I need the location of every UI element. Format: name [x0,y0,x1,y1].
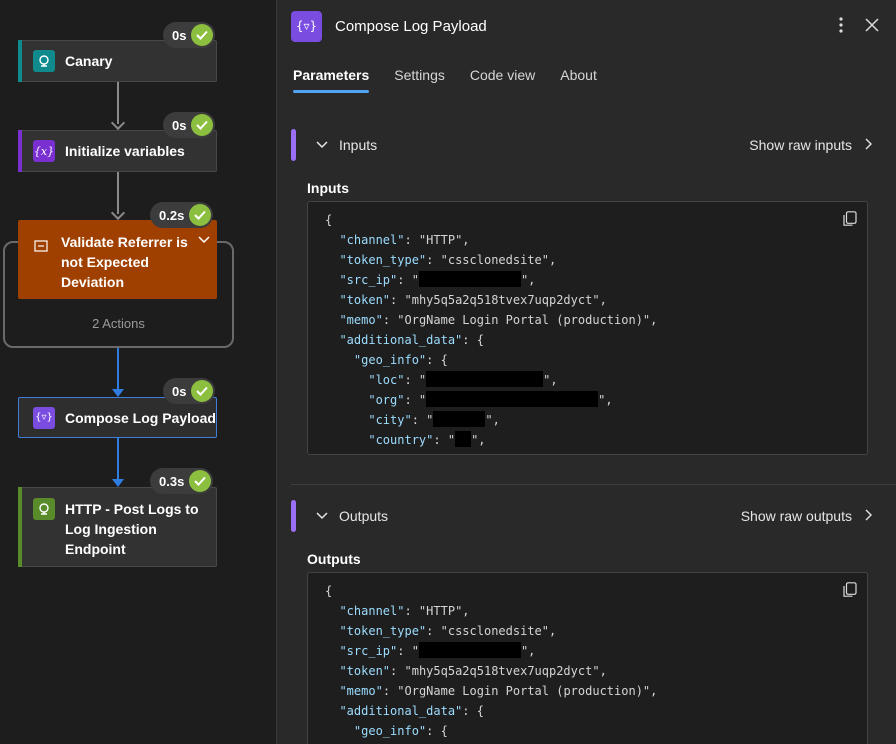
json-token: mhy5q5a2q518tvex7uqp2dyct [411,664,593,678]
node-accent [18,487,22,567]
compose-icon: {▿} [33,406,55,429]
duration-badge: 0.3s [150,468,214,494]
json-token-type: cssclonedsite [447,253,542,267]
section-title: Inputs [339,137,378,153]
redacted-value [418,271,521,287]
node-title: Initialize variables [65,143,185,159]
duration-badge: 0s [163,22,216,48]
success-check-icon [189,204,212,226]
duration-badge: 0s [163,378,216,404]
section-divider [291,484,896,485]
node-accent [18,130,22,172]
arrow [110,115,126,131]
inputs-json: { "channel": "HTTP", "token_type": "cssc… [325,213,658,447]
redacted-value [426,391,599,407]
json-memo: OrgName Login Portal (production) [404,684,643,698]
scope-icon [30,235,52,257]
duration-text: 0s [172,117,187,133]
connector [117,438,119,480]
flow-node-http-post-logs[interactable]: HTTP - Post Logs to Log Ingestion Endpoi… [18,487,217,567]
inputs-label: Inputs [307,180,349,196]
duration-text: 0s [172,383,187,399]
outputs-label: Outputs [307,551,361,567]
node-title: Compose Log Payload [65,409,216,426]
arrow [112,479,124,487]
chevron-right-icon [864,508,872,524]
outputs-json: { "channel": "HTTP", "token_type": "cssc… [325,584,658,738]
tab-about[interactable]: About [560,67,597,93]
arrow [112,389,124,397]
redacted-value [433,411,486,427]
duration-text: 0.2s [159,207,185,223]
success-check-icon [191,24,214,46]
http-icon [33,498,55,520]
panel-tabs: Parameters Settings Code view About [293,67,622,93]
duration-badge: 0.2s [150,202,214,228]
tab-code-view[interactable]: Code view [470,67,535,93]
canary-icon [33,50,55,72]
section-accent [291,129,296,161]
node-title: Validate Referrer is not Expected Deviat… [61,234,188,290]
tab-parameters[interactable]: Parameters [293,67,370,93]
inputs-code-box[interactable]: { "channel": "HTTP", "token_type": "cssc… [307,201,868,455]
chevron-down-icon [315,508,329,524]
success-check-icon [189,470,212,492]
success-check-icon [191,380,214,402]
flow-canvas: Canary 0s {x} Initialize variables 0s 2 … [0,0,276,744]
json-token: mhy5q5a2q518tvex7uqp2dyct [411,293,593,307]
duration-badge: 0s [163,112,216,138]
success-check-icon [191,114,214,136]
flow-node-validate-referrer[interactable]: Validate Referrer is not Expected Deviat… [18,220,217,299]
json-token-type: cssclonedsite [447,624,542,638]
show-raw-outputs-link[interactable]: Show raw outputs [741,508,872,524]
node-title: Canary [65,53,113,69]
chevron-down-icon [315,137,329,153]
chevron-down-icon[interactable] [197,232,211,250]
tab-settings[interactable]: Settings [394,67,445,93]
show-raw-outputs-label: Show raw outputs [740,508,852,524]
redacted-value [426,371,544,387]
copy-icon[interactable] [843,582,857,603]
close-icon[interactable] [862,14,882,36]
details-panel: {▿} Compose Log Payload Parameters Setti… [276,0,896,744]
show-raw-inputs-link[interactable]: Show raw inputs [749,137,872,153]
outputs-code-box[interactable]: { "channel": "HTTP", "token_type": "cssc… [307,572,868,744]
more-options-icon[interactable] [831,14,851,36]
node-accent [18,40,22,82]
duration-text: 0.3s [159,473,185,489]
redacted-value [455,431,472,447]
node-title: HTTP - Post Logs to Log Ingestion Endpoi… [65,501,199,557]
panel-header: {▿} Compose Log Payload [291,10,487,42]
redacted-value [418,642,521,658]
json-memo: OrgName Login Portal (production) [404,313,643,327]
variable-icon: {x} [33,140,55,162]
json-channel: HTTP [426,604,456,618]
chevron-right-icon [864,137,872,153]
copy-icon[interactable] [843,211,857,232]
panel-title: Compose Log Payload [335,17,487,35]
inputs-section-toggle[interactable]: Inputs [315,137,377,153]
section-title: Outputs [339,508,389,524]
json-channel: HTTP [426,233,456,247]
scope-actions-count: 2 Actions [92,316,145,331]
show-raw-inputs-label: Show raw inputs [749,137,852,153]
section-accent [291,500,296,532]
duration-text: 0s [172,27,187,43]
arrow [110,205,126,221]
compose-icon: {▿} [291,10,322,42]
outputs-section-toggle[interactable]: Outputs [315,508,388,524]
connector [117,348,119,390]
